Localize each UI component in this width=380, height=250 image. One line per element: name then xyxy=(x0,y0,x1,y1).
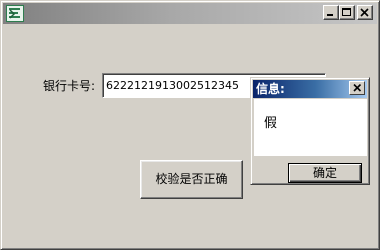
ok-button[interactable]: 确定 xyxy=(288,163,362,183)
minimize-button[interactable] xyxy=(323,5,339,20)
card-number-label: 银行卡号: xyxy=(43,79,96,93)
minimize-icon xyxy=(327,14,333,16)
close-button[interactable] xyxy=(357,5,373,20)
verify-button[interactable]: 校验是否正确 xyxy=(140,160,243,199)
dialog-title-bar[interactable]: 信息: xyxy=(253,80,367,98)
dialog-title: 信息: xyxy=(256,82,285,96)
close-icon xyxy=(360,8,369,17)
dialog-close-button[interactable] xyxy=(349,81,365,95)
close-icon xyxy=(353,84,362,92)
main-window: 银行卡号: 校验是否正确 信息: 假 确定 xyxy=(0,0,380,250)
dialog-message: 假 xyxy=(264,116,278,131)
maximize-icon xyxy=(342,8,351,16)
title-bar[interactable] xyxy=(3,3,377,24)
dialog-body: 假 xyxy=(254,99,367,156)
app-logo-icon[interactable] xyxy=(6,5,24,22)
message-dialog: 信息: 假 确定 xyxy=(250,77,370,185)
maximize-button[interactable] xyxy=(339,5,355,20)
